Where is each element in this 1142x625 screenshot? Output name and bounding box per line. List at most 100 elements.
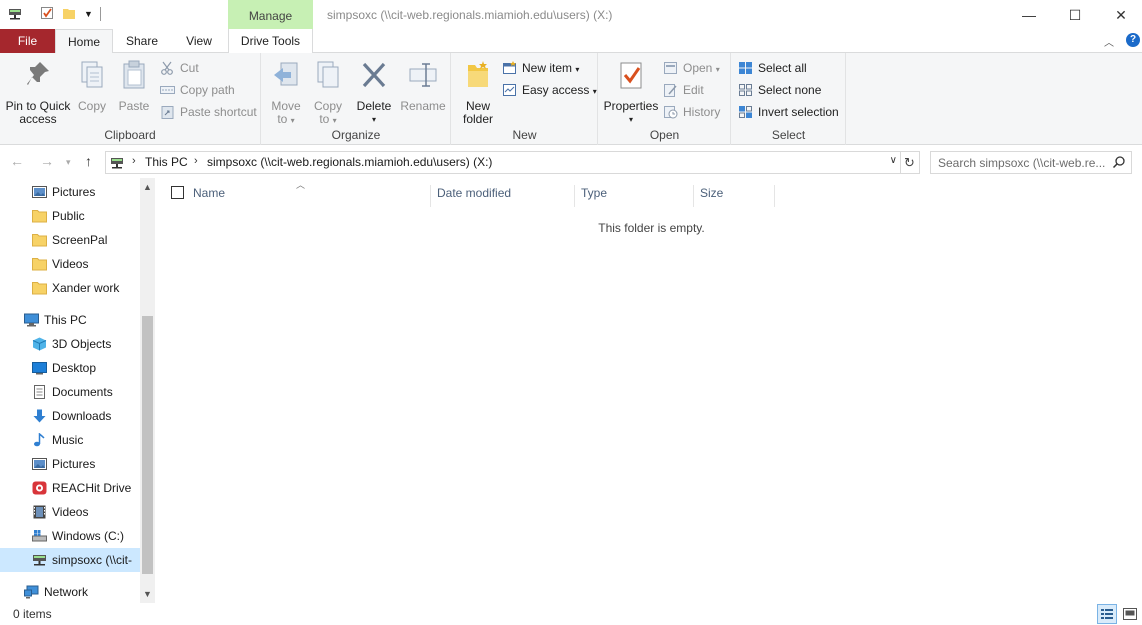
address-bar[interactable]: › This PC › simpsoxc (\\cit-web.regional… [105,151,901,174]
cut-button[interactable]: Cut [160,58,199,78]
open-button[interactable]: Open ▾ [663,58,720,78]
easy-access-button[interactable]: Easy access ▾ [502,80,597,100]
nav-scrollbar[interactable]: ▲ ▼ [140,178,155,603]
network-icon [24,585,39,599]
nav-item-label: Desktop [52,361,97,375]
delete-label: Delete [356,99,392,113]
new-item-icon [503,61,516,74]
breadcrumb-separator-icon[interactable]: › [194,155,198,167]
refresh-button[interactable]: ↻ [900,151,920,174]
nav-item-3d-objects[interactable]: 3D Objects [0,332,140,356]
invert-selection-icon [739,106,752,118]
search-input[interactable]: Search simpsoxc (\\cit-web.re... [930,151,1132,174]
scroll-down-icon[interactable]: ▼ [143,589,152,599]
videos-icon [33,505,46,519]
select-group: Select all Select none Invert selection … [732,53,846,145]
delete-dropdown-icon: ▾ [371,115,376,124]
edit-button[interactable]: Edit [663,80,704,100]
nav-item-label: REACHit Drive [52,481,132,495]
address-dropdown-icon[interactable]: ∨ [890,155,897,166]
properties-button[interactable]: Properties ▾ [603,57,659,126]
file-list[interactable]: ︿ Name Date modified Type Size This fold… [158,178,1142,603]
move-to-button[interactable]: Move to ▾ [268,57,304,127]
tab-view[interactable]: View [171,29,227,53]
large-icons-view-button[interactable] [1122,606,1138,622]
tab-home[interactable]: Home [55,29,113,54]
invert-selection-button[interactable]: Invert selection [738,102,839,122]
select-group-label: Select [771,128,806,142]
nav-item-screenpal[interactable]: ScreenPal [0,228,140,252]
tab-drive-tools[interactable]: Drive Tools [228,29,313,53]
new-folder-button[interactable]: New folder [458,57,498,126]
navigation-pane: Pictures Public ScreenPal Videos Xander … [0,178,155,603]
paste-button[interactable]: Paste [116,57,152,113]
nav-item-xander-work[interactable]: Xander work [0,276,140,300]
nav-item-label: Pictures [52,185,96,199]
new-folder-icon[interactable] [62,6,76,20]
help-icon[interactable]: ? [1126,33,1140,47]
nav-item-pictures-library[interactable]: Pictures [0,452,140,476]
details-view-button[interactable] [1097,604,1117,624]
history-label: History [683,105,721,119]
properties-icon[interactable] [40,6,54,20]
nav-item-videos[interactable]: Videos [0,500,140,524]
forward-arrow-icon[interactable]: → [40,153,54,169]
search-icon[interactable] [1112,155,1126,169]
nav-item-public[interactable]: Public [0,204,140,228]
scrollbar-thumb[interactable] [142,316,153,574]
tab-file[interactable]: File [0,29,55,53]
rename-button[interactable]: Rename [400,57,446,113]
nav-item-pictures[interactable]: Pictures [0,180,140,204]
scroll-up-icon[interactable]: ▲ [143,182,152,192]
network-drive-icon[interactable] [8,6,22,20]
breadcrumb-this-pc[interactable]: This PC [145,155,188,169]
title-bar: ▼ Manage simpsoxc (\\cit-web.regionals.m… [0,0,1142,30]
paste-shortcut-label: Paste shortcut [180,105,257,119]
tab-share[interactable]: Share [113,29,171,53]
breadcrumb-separator-icon[interactable]: › [132,155,136,167]
status-bar: 0 items [0,603,1142,625]
nav-item-music[interactable]: Music [0,428,140,452]
delete-button[interactable]: Delete ▾ [356,57,392,126]
tab-manage[interactable]: Manage [228,0,313,29]
nav-item-simpsoxc-drive[interactable]: simpsoxc (\\cit- [0,548,140,572]
nav-item-documents[interactable]: Documents [0,380,140,404]
move-to-icon [274,62,298,86]
paste-shortcut-button[interactable]: Paste shortcut [160,102,257,122]
select-all-button[interactable]: Select all [738,58,807,78]
up-arrow-icon[interactable]: ↑ [85,153,92,169]
breadcrumb-current-drive[interactable]: simpsoxc (\\cit-web.regionals.miamioh.ed… [207,155,492,169]
history-button[interactable]: History [663,102,720,122]
new-item-button[interactable]: New item ▾ [502,58,579,78]
back-arrow-icon[interactable]: ← [10,153,24,169]
nav-item-network[interactable]: Network [0,580,140,603]
nav-item-downloads[interactable]: Downloads [0,404,140,428]
3d-objects-icon [32,337,47,351]
select-all-checkbox[interactable] [171,186,184,199]
nav-item-windows-c[interactable]: Windows (C:) [0,524,140,548]
pin-to-quick-access-button[interactable]: Pin to Quick access [4,57,72,126]
column-header-name[interactable]: Name [187,185,431,207]
organize-group: Move to ▾ Copy to ▾ Delete ▾ Rename Orga… [262,53,451,145]
copy-button[interactable]: Copy [76,57,108,113]
column-header-size[interactable]: Size [694,185,775,207]
collapse-ribbon-icon[interactable]: ︿ [1104,34,1114,49]
nav-item-desktop[interactable]: Desktop [0,356,140,380]
folder-icon [32,234,47,247]
customize-toolbar-icon[interactable]: ▼ [84,9,98,23]
column-header-date-modified[interactable]: Date modified [431,185,575,207]
close-button[interactable]: ✕ [1098,0,1142,30]
easy-access-icon [503,84,516,96]
maximize-button[interactable]: ☐ [1052,0,1098,30]
copy-path-button[interactable]: Copy path [160,80,235,100]
recent-locations-icon[interactable]: ▾ [66,157,71,168]
copy-to-button[interactable]: Copy to ▾ [310,57,346,127]
nav-item-reachit-drive[interactable]: REACHit Drive [0,476,140,500]
minimize-button[interactable]: — [1006,0,1052,30]
column-header-type[interactable]: Type [575,185,694,207]
copy-to-label-line2: to ▾ [319,112,337,126]
nav-item-videos-folder[interactable]: Videos [0,252,140,276]
select-none-button[interactable]: Select none [738,80,821,100]
nav-item-this-pc[interactable]: This PC [0,308,140,332]
select-none-label: Select none [758,83,822,97]
